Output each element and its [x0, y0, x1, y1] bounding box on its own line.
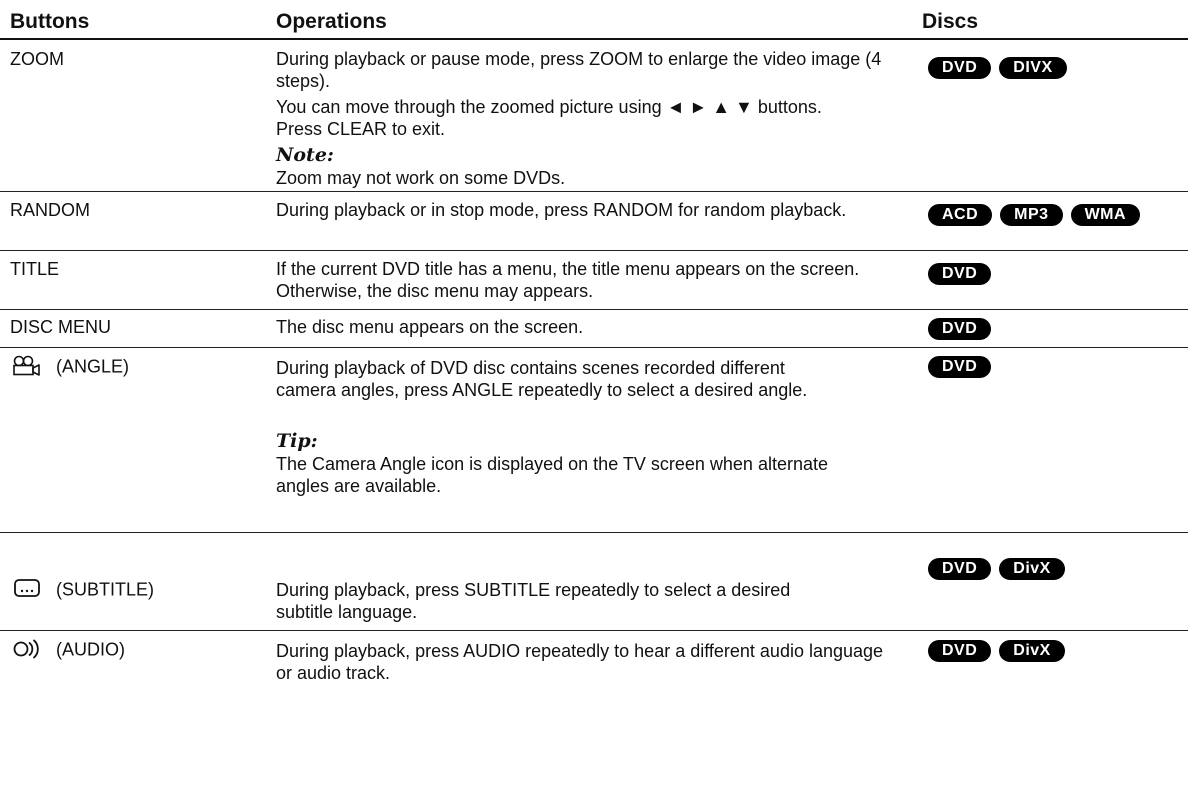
disc-badge: WMA — [1070, 204, 1141, 226]
operation-text: During playback or in stop mode, press R… — [276, 200, 847, 220]
disc-badges-random: ACD MP3 WMA — [928, 204, 1141, 226]
row-divider — [0, 250, 1188, 251]
operation-text: During playback or pause mode, press ZOO… — [276, 49, 882, 91]
disc-badge: MP3 — [1000, 204, 1063, 226]
operation-text: If the current DVD title has a menu, the… — [276, 259, 860, 301]
disc-badge: ACD — [928, 204, 993, 226]
manual-page: Buttons Operations Discs ZOOM During pla… — [0, 0, 1192, 798]
row-divider — [0, 347, 1188, 348]
button-label: (ANGLE) — [56, 356, 130, 377]
operation-text: During playback of DVD disc contains sce… — [276, 358, 808, 400]
button-zoom: ZOOM — [10, 49, 64, 69]
button-label: (SUBTITLE) — [56, 579, 155, 600]
camera-angle-icon — [12, 355, 42, 377]
disc-badge: DVD — [928, 263, 992, 285]
row-divider — [0, 191, 1188, 192]
disc-badges-zoom: DVD DIVX — [928, 57, 1067, 79]
disc-badge: DivX — [999, 640, 1065, 662]
operation-audio: During playback, press AUDIO repeatedly … — [276, 640, 884, 684]
disc-badges-disc-menu: DVD — [928, 318, 992, 340]
tip-text: The Camera Angle icon is displayed on th… — [276, 454, 828, 496]
operation-random: During playback or in stop mode, press R… — [276, 199, 882, 221]
button-title: TITLE — [10, 259, 60, 279]
button-angle: (ANGLE) — [0, 354, 129, 377]
row-divider — [0, 630, 1188, 631]
tip-label: Tip: — [276, 430, 318, 452]
button-disc-menu: DISC MENU — [10, 317, 112, 337]
disc-badge: DVD — [928, 640, 992, 662]
disc-badge: DivX — [999, 558, 1065, 580]
button-random: RANDOM — [10, 200, 90, 220]
note-label: Note: — [276, 144, 334, 166]
button-audio: (AUDIO) — [0, 637, 125, 660]
audio-icon — [12, 638, 42, 660]
operation-zoom: During playback or pause mode, press ZOO… — [276, 48, 900, 189]
disc-badge: DVD — [928, 558, 992, 580]
disc-badge: DVD — [928, 356, 992, 378]
disc-badge: DVD — [928, 57, 992, 79]
header-operations: Operations — [276, 10, 387, 33]
disc-badges-title: DVD — [928, 263, 992, 285]
operation-text: During playback, press AUDIO repeatedly … — [276, 641, 884, 683]
operation-disc-menu: The disc menu appears on the screen. — [276, 316, 900, 338]
note-text: Zoom may not work on some DVDs. — [276, 168, 566, 188]
operation-text: During playback, press SUBTITLE repeated… — [276, 580, 791, 622]
operation-title: If the current DVD title has a menu, the… — [276, 258, 900, 302]
header-discs: Discs — [922, 10, 979, 33]
operation-text: You can move through the zoomed picture … — [276, 97, 822, 139]
subtitle-icon — [12, 578, 42, 600]
disc-badges-subtitle: DVD DivX — [928, 558, 1065, 580]
button-subtitle: (SUBTITLE) — [0, 577, 154, 600]
header-divider — [0, 38, 1188, 40]
operation-text: The disc menu appears on the screen. — [276, 317, 584, 337]
button-label: (AUDIO) — [56, 639, 125, 660]
disc-badges-angle: DVD — [928, 356, 992, 378]
operation-subtitle: During playback, press SUBTITLE repeated… — [276, 579, 842, 623]
header-buttons: Buttons — [10, 10, 90, 33]
disc-badge: DIVX — [999, 57, 1067, 79]
operation-angle: During playback of DVD disc contains sce… — [276, 357, 842, 497]
row-divider — [0, 532, 1188, 533]
disc-badge: DVD — [928, 318, 992, 340]
row-divider — [0, 309, 1188, 310]
disc-badges-audio: DVD DivX — [928, 640, 1065, 662]
